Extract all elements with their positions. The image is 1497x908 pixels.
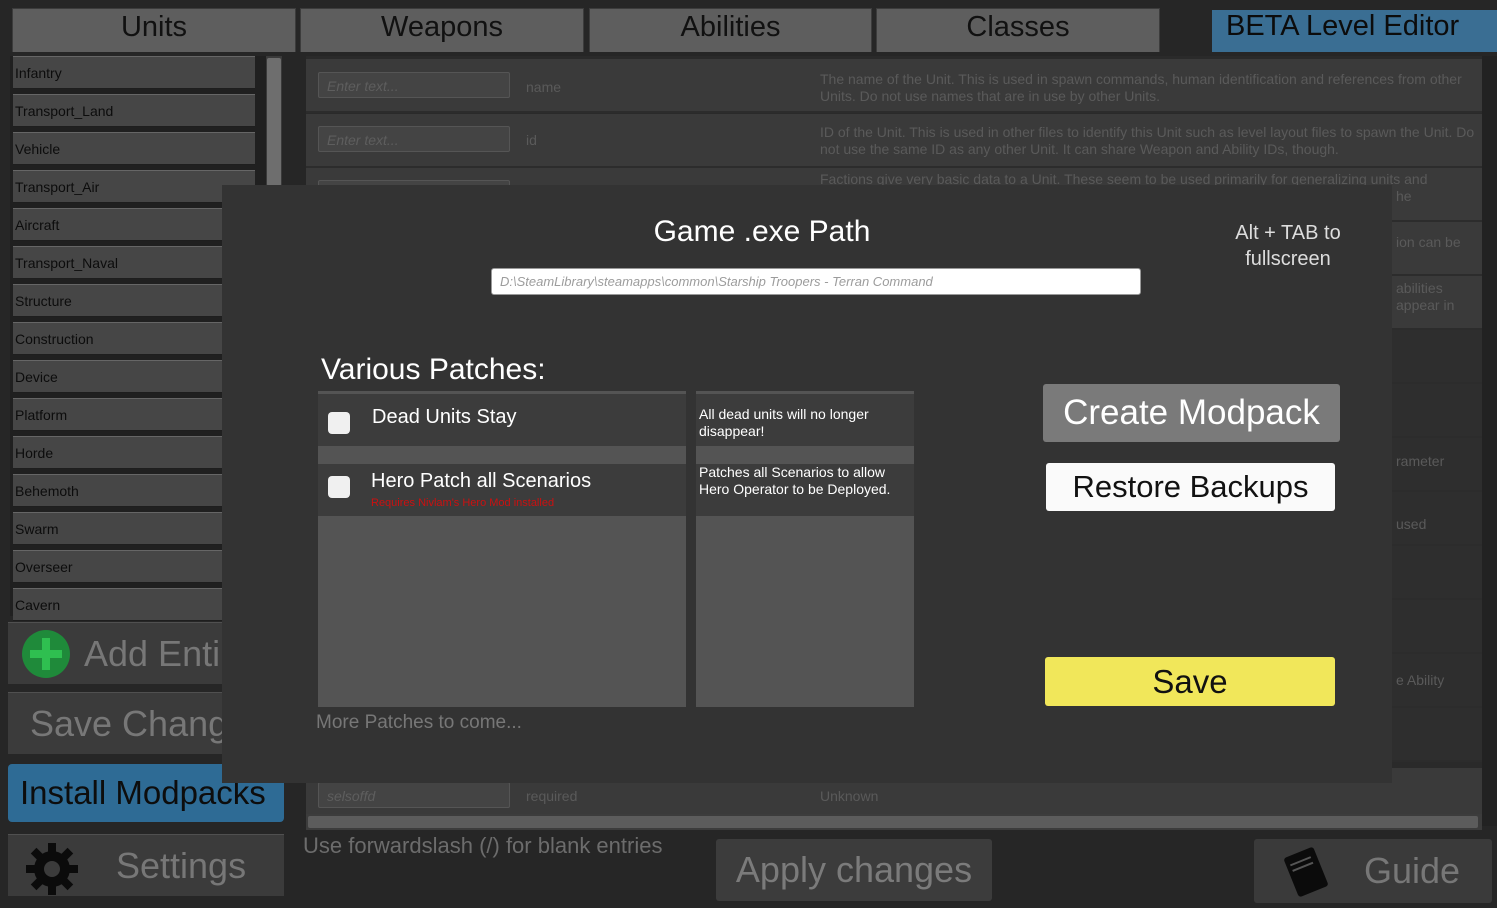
field-description-fragment: rameter — [1396, 453, 1445, 469]
gear-icon — [22, 841, 82, 906]
guide-button[interactable]: Guide — [1254, 839, 1492, 903]
fullscreen-hint: Alt + TAB to fullscreen — [1235, 222, 1341, 270]
required-input[interactable]: selsoffd — [318, 782, 510, 808]
patch-description-row: All dead units will no longer disappear! — [696, 394, 914, 446]
more-patches-note: More Patches to come... — [316, 712, 522, 733]
field-name: required — [526, 788, 578, 804]
table-horizontal-scrollbar[interactable] — [306, 814, 1482, 830]
tab-units[interactable]: Units — [12, 8, 296, 52]
patch-label: Hero Patch all Scenarios — [371, 470, 592, 492]
add-icon — [22, 630, 70, 678]
patch-label: Dead Units Stay — [372, 406, 517, 428]
restore-backups-button[interactable]: Restore Backups — [1046, 463, 1335, 511]
table-horizontal-scrollbar-thumb[interactable] — [308, 816, 1478, 828]
various-patches-heading: Various Patches: — [321, 353, 546, 386]
list-item-platform[interactable]: Platform — [13, 398, 255, 431]
list-item-transport-land[interactable]: Transport_Land — [13, 94, 255, 127]
list-item-overseer[interactable]: Overseer — [13, 550, 255, 583]
list-item-construction[interactable]: Construction — [13, 322, 255, 355]
settings-label: Settings — [116, 845, 247, 886]
patch-row-hero-patch: Hero Patch all Scenarios Requires Nivlam… — [318, 464, 686, 516]
game-exe-path-input[interactable]: D:\SteamLibrary\steamapps\common\Starshi… — [491, 268, 1141, 295]
list-item-horde[interactable]: Horde — [13, 436, 255, 469]
patch-description-row: Patches all Scenarios to allow Hero Oper… — [696, 464, 914, 516]
hero-patch-checkbox[interactable] — [328, 476, 350, 498]
field-description-fragment: abilities — [1396, 280, 1443, 296]
field-description: ID of the Unit. This is used in other fi… — [820, 124, 1475, 157]
name-input[interactable]: Enter text... — [318, 72, 510, 98]
list-item-vehicle[interactable]: Vehicle — [13, 132, 255, 165]
list-item-aircraft[interactable]: Aircraft — [13, 208, 255, 241]
guide-label: Guide — [1364, 850, 1461, 891]
field-description-fragment: e Ability — [1396, 672, 1445, 688]
field-description-fragment: he — [1396, 188, 1412, 204]
field-description-fragment: used — [1396, 516, 1427, 532]
patch-description: Patches all Scenarios to allow Hero Oper… — [699, 464, 891, 497]
table-row: Enter text... name The name of the Unit.… — [306, 59, 1482, 113]
tab-classes[interactable]: Classes — [876, 8, 1160, 52]
list-item-transport-naval[interactable]: Transport_Naval — [13, 246, 255, 279]
field-name: id — [526, 132, 537, 148]
list-item-structure[interactable]: Structure — [13, 284, 255, 317]
apply-changes-button[interactable]: Apply changes — [716, 839, 992, 901]
patch-requirement: Requires Nivlam's Hero Mod installed — [371, 497, 555, 509]
table-vertical-scrollbar[interactable] — [1482, 56, 1497, 826]
list-item-behemoth[interactable]: Behemoth — [13, 474, 255, 507]
game-path-dialog: Game .exe Path Alt + TAB to fullscreen D… — [222, 185, 1392, 783]
table-row: Enter text... id ID of the Unit. This is… — [306, 114, 1482, 168]
list-scrollbar-thumb[interactable] — [267, 58, 281, 186]
list-item-swarm[interactable]: Swarm — [13, 512, 255, 545]
patch-row-dead-units-stay: Dead Units Stay — [318, 394, 686, 446]
list-item-transport-air[interactable]: Transport_Air — [13, 170, 255, 203]
save-button[interactable]: Save — [1045, 657, 1335, 706]
patch-description: All dead units will no longer disappear! — [699, 406, 869, 439]
tab-beta-level-editor[interactable]: BETA Level Editor — [1212, 10, 1497, 52]
book-icon — [1278, 845, 1334, 908]
list-item-cavern[interactable]: Cavern — [13, 588, 255, 621]
dead-units-stay-checkbox[interactable] — [328, 412, 350, 434]
list-item-infantry[interactable]: Infantry — [13, 56, 255, 89]
field-description: The name of the Unit. This is used in sp… — [820, 71, 1462, 104]
field-description-fragment: appear in — [1396, 297, 1455, 313]
save-changes-label: Save Chang — [30, 703, 229, 744]
field-description-fragment: ion can be — [1396, 234, 1461, 250]
tab-abilities[interactable]: Abilities — [589, 8, 872, 52]
tab-weapons[interactable]: Weapons — [300, 8, 584, 52]
field-description: Unknown — [820, 788, 879, 804]
id-input[interactable]: Enter text... — [318, 126, 510, 152]
dialog-title: Game .exe Path — [653, 215, 871, 248]
list-item-device[interactable]: Device — [13, 360, 255, 393]
settings-button[interactable]: Settings — [8, 834, 284, 896]
add-entity-label: Add Enti — [84, 633, 221, 674]
field-name: name — [526, 79, 562, 95]
create-modpack-button[interactable]: Create Modpack — [1043, 384, 1340, 442]
blank-entries-hint: Use forwardslash (/) for blank entries — [303, 833, 663, 858]
